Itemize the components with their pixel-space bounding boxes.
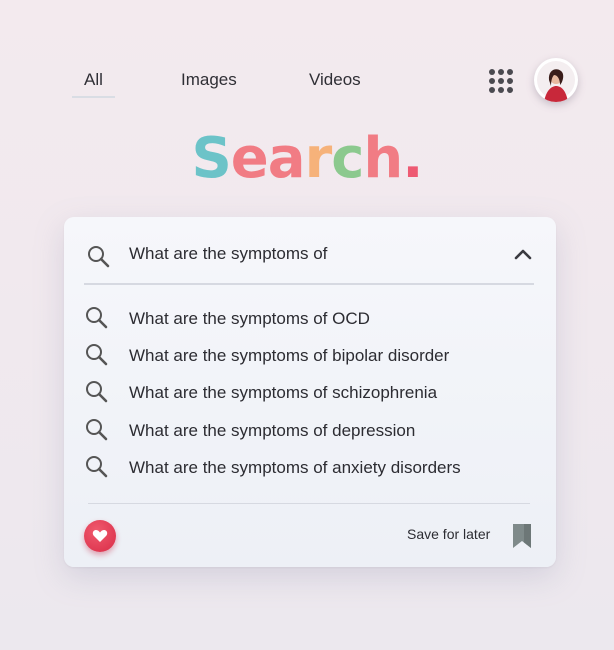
search-bar bbox=[64, 217, 556, 285]
logo-letter: r bbox=[304, 126, 333, 191]
bookmark-icon[interactable] bbox=[511, 523, 533, 549]
tab-videos[interactable]: Videos bbox=[309, 68, 361, 98]
suggestion-text: What are the symptoms of anxiety disorde… bbox=[129, 458, 461, 477]
save-for-later-label[interactable]: Save for later bbox=[407, 526, 490, 542]
suggestion-item[interactable]: What are the symptoms of bipolar disorde… bbox=[84, 340, 524, 370]
search-logo: Search. bbox=[0, 124, 614, 194]
top-nav: All Images Videos bbox=[0, 68, 614, 100]
chevron-up-icon[interactable] bbox=[513, 247, 533, 261]
apps-grid-icon[interactable] bbox=[489, 69, 513, 93]
divider bbox=[84, 283, 534, 285]
search-input[interactable] bbox=[129, 244, 489, 264]
search-icon bbox=[86, 344, 108, 366]
heart-icon bbox=[92, 529, 108, 542]
suggestion-item[interactable]: What are the symptoms of OCD bbox=[84, 303, 524, 333]
suggestion-item[interactable]: What are the symptoms of depression bbox=[84, 415, 524, 445]
logo-letter: h bbox=[363, 126, 403, 191]
suggestion-text: What are the symptoms of schizophrenia bbox=[129, 383, 438, 402]
logo-letter: S bbox=[191, 126, 231, 191]
suggestion-item[interactable]: What are the symptoms of anxiety disorde… bbox=[84, 452, 524, 482]
suggestion-text: What are the symptoms of depression bbox=[129, 421, 416, 440]
search-icon bbox=[86, 381, 108, 403]
logo-letter: a bbox=[267, 126, 306, 191]
suggestion-item[interactable]: What are the symptoms of schizophrenia bbox=[84, 377, 524, 407]
tab-all[interactable]: All bbox=[72, 68, 115, 98]
logo-letter: c bbox=[331, 126, 364, 191]
suggestion-text: What are the symptoms of OCD bbox=[129, 309, 370, 328]
tab-images[interactable]: Images bbox=[181, 68, 237, 98]
avatar[interactable] bbox=[534, 58, 578, 102]
divider bbox=[88, 503, 530, 504]
favorite-button[interactable] bbox=[84, 520, 116, 552]
search-icon bbox=[86, 307, 108, 329]
search-panel: What are the symptoms of OCD What are the… bbox=[64, 217, 556, 567]
logo-letter: e bbox=[230, 126, 269, 191]
search-icon bbox=[86, 456, 108, 478]
search-icon bbox=[88, 246, 110, 268]
search-icon bbox=[86, 419, 108, 441]
suggestion-text: What are the symptoms of bipolar disorde… bbox=[129, 346, 450, 365]
logo-letter: . bbox=[402, 126, 423, 191]
